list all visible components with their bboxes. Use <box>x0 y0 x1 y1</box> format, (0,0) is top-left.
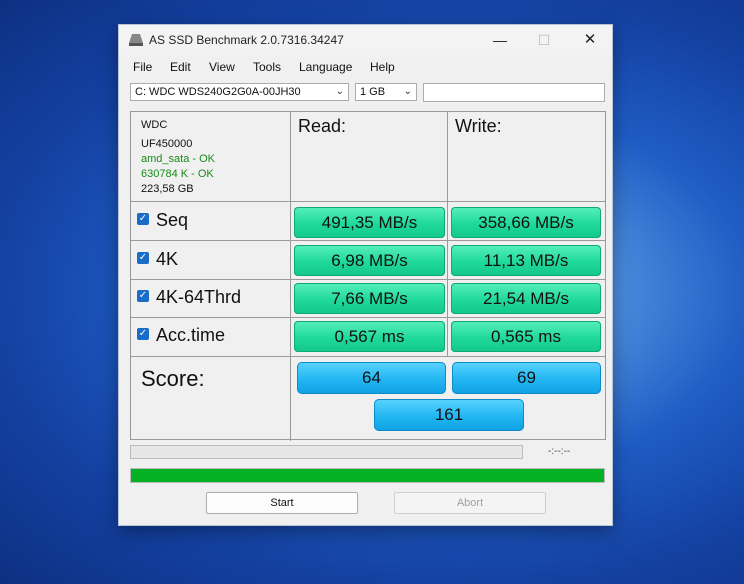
alignment-status: 630784 K - OK <box>141 168 214 180</box>
checkbox-checked-icon[interactable]: ✓ <box>137 213 149 226</box>
menu-edit[interactable]: Edit <box>170 60 191 74</box>
start-button[interactable]: Start <box>206 492 358 514</box>
grid-divider <box>131 279 605 280</box>
drive-select-value: C: WDC WDS240G2G0A-00JH30 <box>135 86 301 98</box>
seq-write-value: 358,66 MB/s <box>451 207 601 238</box>
grid-divider <box>447 112 448 201</box>
score-total: 161 <box>374 399 524 431</box>
total-progress-fill <box>131 469 604 482</box>
4k64-write-value: 21,54 MB/s <box>451 283 601 314</box>
read-header: Read: <box>298 116 347 136</box>
test-seq[interactable]: ✓ Seq <box>137 210 188 231</box>
grid-divider <box>131 240 605 241</box>
test-label: Acc.time <box>156 325 226 345</box>
abort-button[interactable]: Abort <box>394 492 546 514</box>
score-write: 69 <box>452 362 601 394</box>
checkbox-checked-icon[interactable]: ✓ <box>137 328 149 341</box>
4k64-read-value: 7,66 MB/s <box>294 283 445 314</box>
menu-file[interactable]: File <box>133 60 152 74</box>
seq-read-value: 491,35 MB/s <box>294 207 445 238</box>
current-test-progress <box>130 445 523 459</box>
results-grid: WDC UF450000 amd_sata - OK 630784 K - OK… <box>130 111 606 441</box>
4k-read-value: 6,98 MB/s <box>294 245 445 276</box>
drive-select[interactable]: C: WDC WDS240G2G0A-00JH30 ⌄ <box>130 83 349 101</box>
checkbox-checked-icon[interactable]: ✓ <box>137 290 149 303</box>
menu-bar: File Edit View Tools Language Help <box>119 56 612 78</box>
acc-write-value: 0,565 ms <box>451 321 601 352</box>
chevron-down-icon: ⌄ <box>403 86 412 97</box>
driver-status: amd_sata - OK <box>141 153 215 165</box>
menu-view[interactable]: View <box>209 60 235 74</box>
title-bar[interactable]: AS SSD Benchmark 2.0.7316.34247 — ☐ ✕ <box>119 25 612 55</box>
window-title: AS SSD Benchmark 2.0.7316.34247 <box>149 33 344 47</box>
menu-language[interactable]: Language <box>299 60 352 74</box>
drive-model: WDC <box>141 119 168 131</box>
grid-divider <box>290 112 291 441</box>
menu-tools[interactable]: Tools <box>253 60 281 74</box>
drive-capacity: 223,58 GB <box>141 183 194 195</box>
grid-divider <box>131 201 605 202</box>
minimize-button[interactable]: — <box>485 29 515 51</box>
acc-read-value: 0,567 ms <box>294 321 445 352</box>
elapsed-timer: -:--:-- <box>548 446 571 457</box>
4k-write-value: 11,13 MB/s <box>451 245 601 276</box>
checkbox-checked-icon[interactable]: ✓ <box>137 252 149 265</box>
size-select-value: 1 GB <box>360 86 386 98</box>
as-ssd-window: AS SSD Benchmark 2.0.7316.34247 — ☐ ✕ Fi… <box>118 24 613 526</box>
write-header: Write: <box>455 116 502 136</box>
menu-help[interactable]: Help <box>370 60 395 74</box>
size-select[interactable]: 1 GB ⌄ <box>355 83 417 101</box>
drive-icon <box>129 34 143 46</box>
score-label: Score: <box>141 366 205 391</box>
notes-input[interactable] <box>423 83 605 102</box>
test-label: Seq <box>156 210 189 230</box>
test-label: 4K <box>156 249 179 269</box>
grid-divider <box>131 356 605 357</box>
test-4k-64thrd[interactable]: ✓ 4K-64Thrd <box>137 287 241 308</box>
chevron-down-icon: ⌄ <box>335 86 344 97</box>
maximize-button[interactable]: ☐ <box>529 29 559 51</box>
close-button[interactable]: ✕ <box>575 29 605 51</box>
grid-divider <box>131 317 605 318</box>
drive-firmware: UF450000 <box>141 138 193 150</box>
test-label: 4K-64Thrd <box>156 287 242 307</box>
test-4k[interactable]: ✓ 4K <box>137 249 178 270</box>
test-acc-time[interactable]: ✓ Acc.time <box>137 325 225 346</box>
score-read: 64 <box>297 362 446 394</box>
total-progress-bar <box>130 468 605 483</box>
